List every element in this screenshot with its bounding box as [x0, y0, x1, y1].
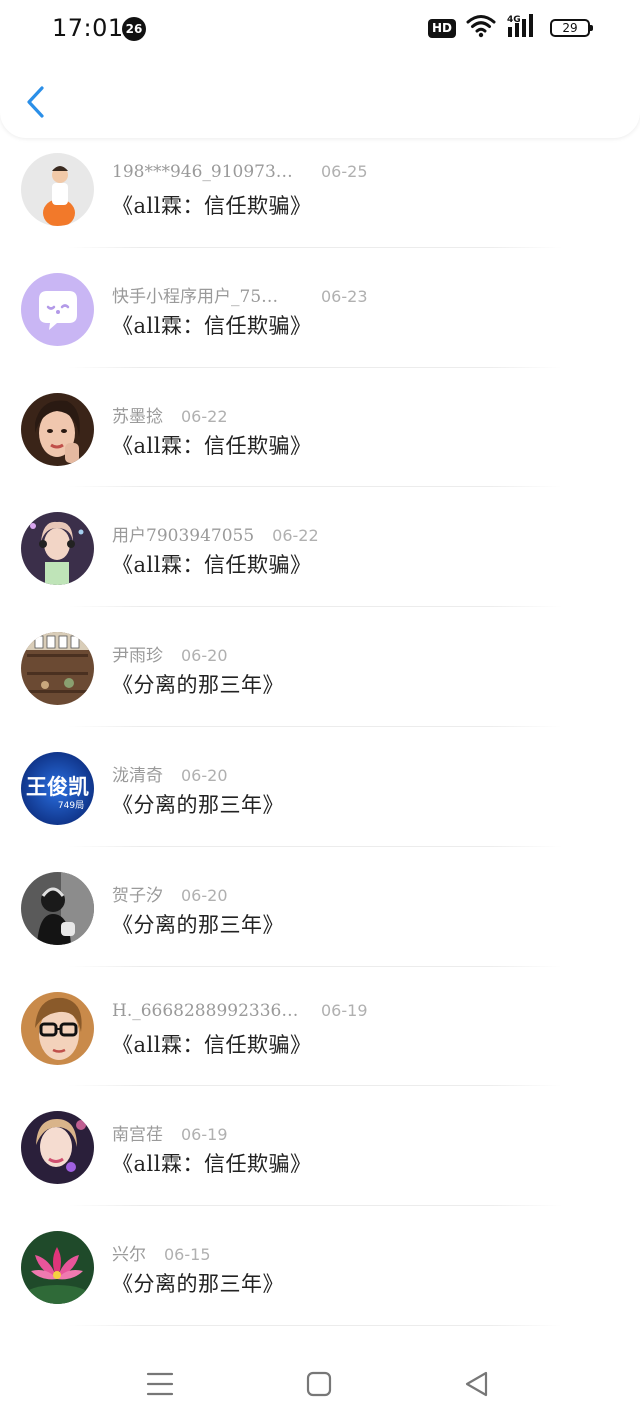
username[interactable]: 南宫荏: [112, 1120, 163, 1145]
hd-icon: HD: [427, 18, 456, 38]
home-button[interactable]: [299, 1366, 339, 1402]
list-item[interactable]: H._6668288992336… 06-19 《all霖：信任欺骗》: [0, 967, 640, 1087]
comment-list-page: 17:01 26 HD 4G 29 198***946_910973… 06-2…: [0, 0, 640, 1427]
meta-line: 泷清奇 06-20: [112, 761, 228, 786]
date: 06-20: [181, 765, 228, 785]
list-item[interactable]: 王俊凯 749局 泷清奇 06-20 《分离的那三年》: [0, 727, 640, 847]
signal-icon: 4G: [506, 13, 540, 43]
username[interactable]: 尹雨珍: [112, 641, 163, 666]
date: 06-22: [272, 526, 319, 546]
book-title[interactable]: 《all霖：信任欺骗》: [112, 1029, 311, 1059]
system-nav-bar: [0, 1336, 640, 1427]
meta-line: 苏墨捻 06-22: [112, 402, 228, 427]
list-item[interactable]: 198***946_910973… 06-25 《all霖：信任欺骗》: [0, 128, 640, 248]
avatar[interactable]: [21, 991, 94, 1065]
avatar[interactable]: [21, 512, 94, 586]
divider: [68, 1324, 562, 1326]
date: 06-19: [181, 1125, 228, 1145]
avatar[interactable]: [21, 392, 94, 466]
back-button[interactable]: [18, 82, 54, 122]
list-item[interactable]: 南宫荏 06-19 《all霖：信任欺骗》: [0, 1086, 640, 1207]
date: 06-15: [164, 1245, 211, 1265]
list-item[interactable]: 用户7903947055 06-22 《all霖：信任欺骗》: [0, 487, 640, 608]
header: 17:01 26 HD 4G 29: [0, 0, 640, 138]
battery-icon: 29: [550, 19, 593, 37]
avatar[interactable]: [21, 272, 94, 346]
wifi-icon: [466, 14, 496, 42]
avatar[interactable]: [21, 1111, 94, 1185]
meta-line: 尹雨珍 06-20: [112, 641, 228, 666]
meta-line: 兴尔 06-15: [112, 1240, 211, 1265]
date: 06-19: [321, 1000, 368, 1020]
list-item[interactable]: 贺子汐 06-20 《分离的那三年》: [0, 847, 640, 967]
avatar[interactable]: 王俊凯 749局: [21, 751, 94, 825]
avatar[interactable]: [21, 632, 94, 706]
date: 06-25: [321, 162, 368, 181]
back-triangle-icon: [465, 1371, 488, 1397]
meta-line: 南宫荏 06-19: [112, 1120, 228, 1145]
book-title[interactable]: 《分离的那三年》: [112, 669, 284, 699]
meta-line: 198***946_910973… 06-25: [112, 162, 368, 186]
list-item[interactable]: 快手小程序用户_75… 06-23 《all霖：信任欺骗》: [0, 248, 640, 368]
meta-line: 用户7903947055 06-22: [112, 521, 319, 546]
menu-icon: [146, 1372, 174, 1396]
status-bar: 17:01 26 HD 4G 29: [0, 0, 640, 58]
book-title[interactable]: 《all霖：信任欺骗》: [112, 430, 311, 460]
username[interactable]: 贺子汐: [112, 881, 163, 906]
status-icons: HD 4G 29: [427, 13, 593, 43]
list-item[interactable]: 尹雨珍 06-20 《分离的那三年》: [0, 607, 640, 727]
avatar[interactable]: [21, 871, 94, 945]
book-title[interactable]: 《分离的那三年》: [112, 789, 284, 819]
username[interactable]: 198***946_910973…: [112, 162, 321, 182]
back-nav-button[interactable]: [456, 1366, 496, 1402]
username[interactable]: 泷清奇: [112, 761, 163, 786]
date: 06-20: [181, 646, 228, 666]
username[interactable]: 苏墨捻: [112, 402, 163, 427]
home-square-icon: [306, 1371, 332, 1397]
date: 06-20: [181, 885, 228, 905]
avatar-subtext: 749局: [58, 800, 84, 811]
notification-count-badge: 26: [122, 17, 146, 41]
username[interactable]: 快手小程序用户_75…: [112, 282, 321, 307]
chevron-left-icon: [27, 86, 44, 118]
meta-line: 快手小程序用户_75… 06-23: [112, 282, 368, 307]
book-title[interactable]: 《all霖：信任欺骗》: [112, 1148, 311, 1178]
avatar[interactable]: [21, 1231, 94, 1305]
default-chat-avatar-icon: [21, 272, 94, 346]
meta-line: H._6668288992336… 06-19: [112, 1001, 368, 1025]
username[interactable]: 用户7903947055: [112, 521, 254, 546]
lotus-icon: [21, 1231, 94, 1305]
menu-button[interactable]: [140, 1366, 180, 1402]
book-title[interactable]: 《all霖：信任欺骗》: [112, 549, 311, 579]
book-title[interactable]: 《分离的那三年》: [112, 1268, 284, 1298]
list-item[interactable]: 苏墨捻 06-22 《all霖：信任欺骗》: [0, 368, 640, 488]
status-time: 17:01: [52, 14, 124, 42]
book-title[interactable]: 《all霖：信任欺骗》: [112, 190, 311, 220]
meta-line: 贺子汐 06-20: [112, 881, 228, 906]
avatar-text: 王俊凯: [26, 775, 89, 799]
book-title[interactable]: 《all霖：信任欺骗》: [112, 310, 311, 340]
date: 06-23: [321, 286, 368, 306]
comment-list: 198***946_910973… 06-25 《all霖：信任欺骗》 快手小程序…: [0, 128, 640, 1326]
date: 06-22: [181, 406, 228, 426]
username[interactable]: H._6668288992336…: [112, 1001, 321, 1021]
list-item[interactable]: 兴尔 06-15 《分离的那三年》: [0, 1206, 640, 1326]
username[interactable]: 兴尔: [112, 1240, 146, 1265]
book-title[interactable]: 《分离的那三年》: [112, 909, 284, 939]
avatar[interactable]: [21, 153, 94, 226]
